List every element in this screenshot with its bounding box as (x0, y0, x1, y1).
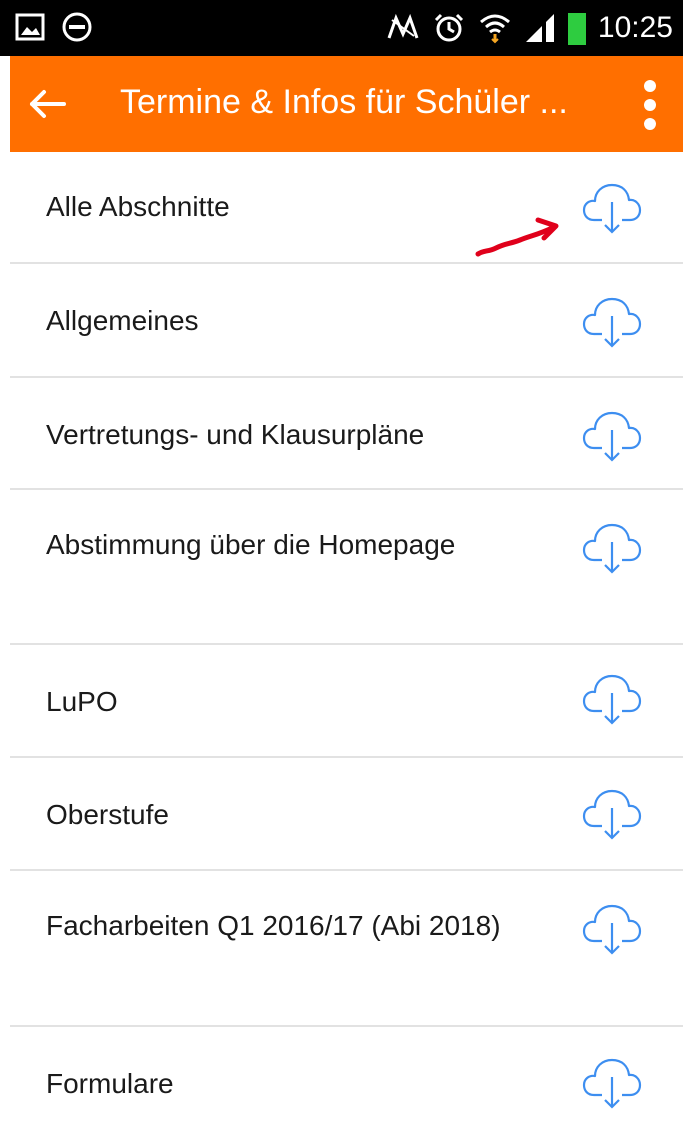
cloud-download-icon[interactable] (580, 516, 644, 580)
list-item-allgemeines[interactable]: Allgemeines (10, 264, 683, 378)
status-bar: 10:25 (0, 0, 683, 56)
list-item-label: Abstimmung über die Homepage (46, 529, 456, 560)
list-item-label: Facharbeiten Q1 2016/17 (Abi 2018) (46, 910, 501, 941)
cloud-download-icon[interactable] (580, 404, 644, 468)
clock-time: 10:25 (597, 11, 673, 44)
list-item-label: LuPO (46, 686, 118, 717)
cloud-download-icon[interactable] (580, 290, 644, 354)
cloud-download-icon[interactable] (580, 897, 644, 961)
status-bar-right: 10:25 (386, 8, 673, 48)
section-list: Alle Abschnitte Allgemeines Vertretungs-… (0, 152, 683, 1137)
list-item-alle-abschnitte[interactable]: Alle Abschnitte (10, 152, 683, 264)
list-item-vertretungs-und-klausurplaene[interactable]: Vertretungs- und Klausurpläne (10, 378, 683, 490)
list-item-label: Alle Abschnitte (46, 191, 230, 222)
list-item-lupo[interactable]: LuPO (10, 645, 683, 758)
alarm-icon (434, 13, 463, 42)
battery-icon (567, 13, 586, 45)
cloud-download-icon[interactable] (580, 667, 644, 731)
list-item-formulare[interactable]: Formulare (10, 1027, 683, 1137)
signal-icon (525, 14, 554, 42)
status-bar-left (14, 10, 94, 44)
cloud-download-icon[interactable] (580, 176, 644, 240)
list-item-label: Allgemeines (46, 305, 199, 336)
app-bar: Termine & Infos für Schüler ... (10, 56, 683, 152)
list-item-facharbeiten[interactable]: Facharbeiten Q1 2016/17 (Abi 2018) (10, 871, 683, 1027)
list-item-label: Oberstufe (46, 799, 169, 830)
list-item-oberstufe[interactable]: Oberstufe (10, 758, 683, 871)
back-arrow-icon[interactable] (24, 80, 72, 128)
image-icon (15, 13, 45, 41)
minus-circle-icon (62, 12, 92, 42)
more-vert-icon[interactable] (636, 78, 664, 132)
list-item-label: Formulare (46, 1068, 174, 1099)
page-title: Termine & Infos für Schüler ... (120, 83, 568, 121)
list-item-label: Vertretungs- und Klausurpläne (46, 419, 425, 450)
wifi-icon (479, 14, 510, 44)
nfc-icon (387, 13, 419, 39)
cloud-download-icon[interactable] (580, 782, 644, 846)
cloud-download-icon[interactable] (580, 1051, 644, 1115)
list-item-abstimmung-homepage[interactable]: Abstimmung über die Homepage (10, 490, 683, 645)
